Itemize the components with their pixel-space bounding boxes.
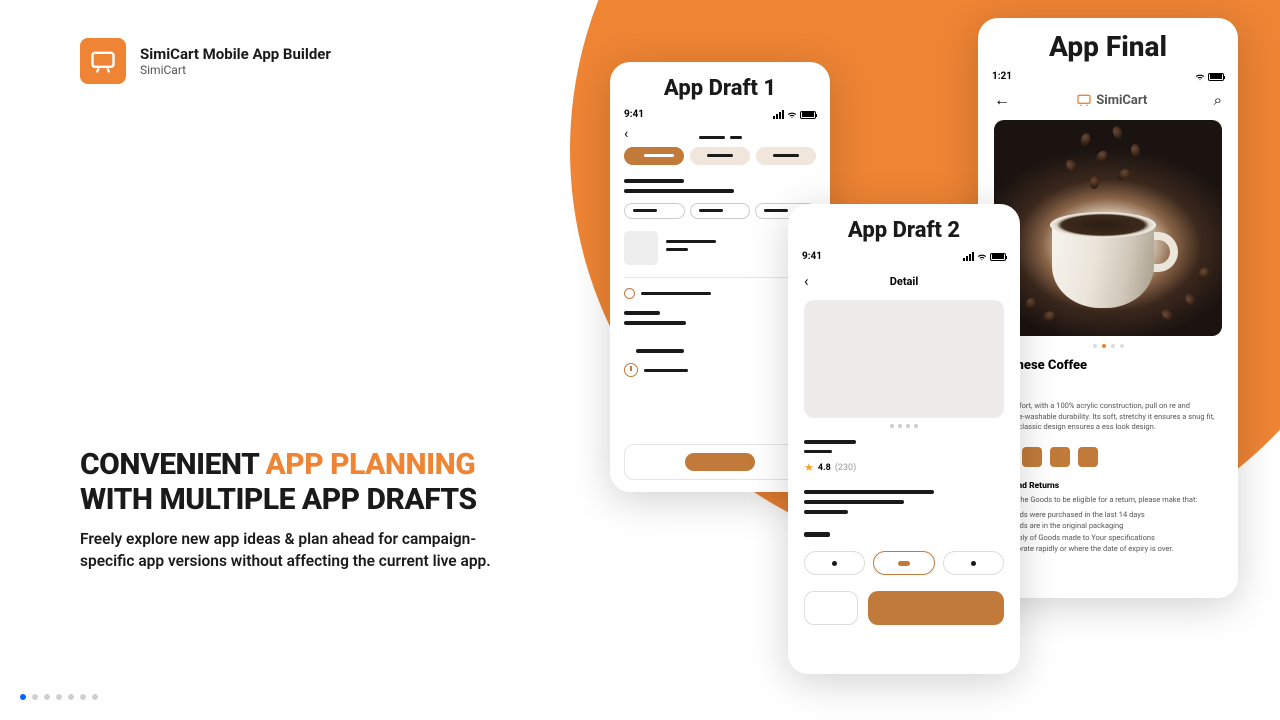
search-icon: ⌕ xyxy=(1214,91,1222,109)
brand-subtitle: SimiCart xyxy=(140,63,331,77)
phone-title: App Draft 1 xyxy=(610,62,830,101)
product-hero xyxy=(994,120,1222,336)
rating: ★4.8(230) xyxy=(804,461,1004,474)
shipping-text: der for the Goods to be eligible for a r… xyxy=(994,495,1222,506)
subheadline: Freely explore new app ideas & plan ahea… xyxy=(80,528,510,573)
product-desc: ng comfort, with a 100% acrylic construc… xyxy=(994,401,1222,433)
product-name: tnamese Coffee xyxy=(994,358,1222,373)
phone-title: App Draft 2 xyxy=(788,204,1020,243)
add-button xyxy=(868,591,1004,625)
back-icon: ← xyxy=(994,90,1010,110)
logo-icon xyxy=(80,38,126,84)
brand-title: SimiCart Mobile App Builder xyxy=(140,45,331,63)
brand-inline: SimiCart xyxy=(1076,92,1147,108)
star-icon: ★ xyxy=(804,461,814,474)
headline: CONVENIENT APP PLANNINGWITH MULTIPLE APP… xyxy=(80,448,477,517)
status-bar: 9:41 xyxy=(788,243,1020,264)
status-bar: 9:41 xyxy=(610,101,830,122)
carousel-dots[interactable] xyxy=(20,694,98,700)
phone-draft-2: App Draft 2 9:41 ‹Detail ★4.8(230) xyxy=(788,204,1020,674)
shipping-title: ping and Returns xyxy=(994,481,1222,491)
product-price: .99 xyxy=(994,377,1222,391)
phone-title: App Final xyxy=(978,18,1238,63)
clock-icon xyxy=(624,363,638,377)
shipping-bullets: Goods were purchased in the last 14 days… xyxy=(994,509,1222,554)
hero-placeholder xyxy=(804,300,1004,418)
color-swatches xyxy=(994,447,1222,467)
brand-header: SimiCart Mobile App Builder SimiCart xyxy=(80,38,331,84)
status-bar: 1:21 xyxy=(978,63,1238,84)
